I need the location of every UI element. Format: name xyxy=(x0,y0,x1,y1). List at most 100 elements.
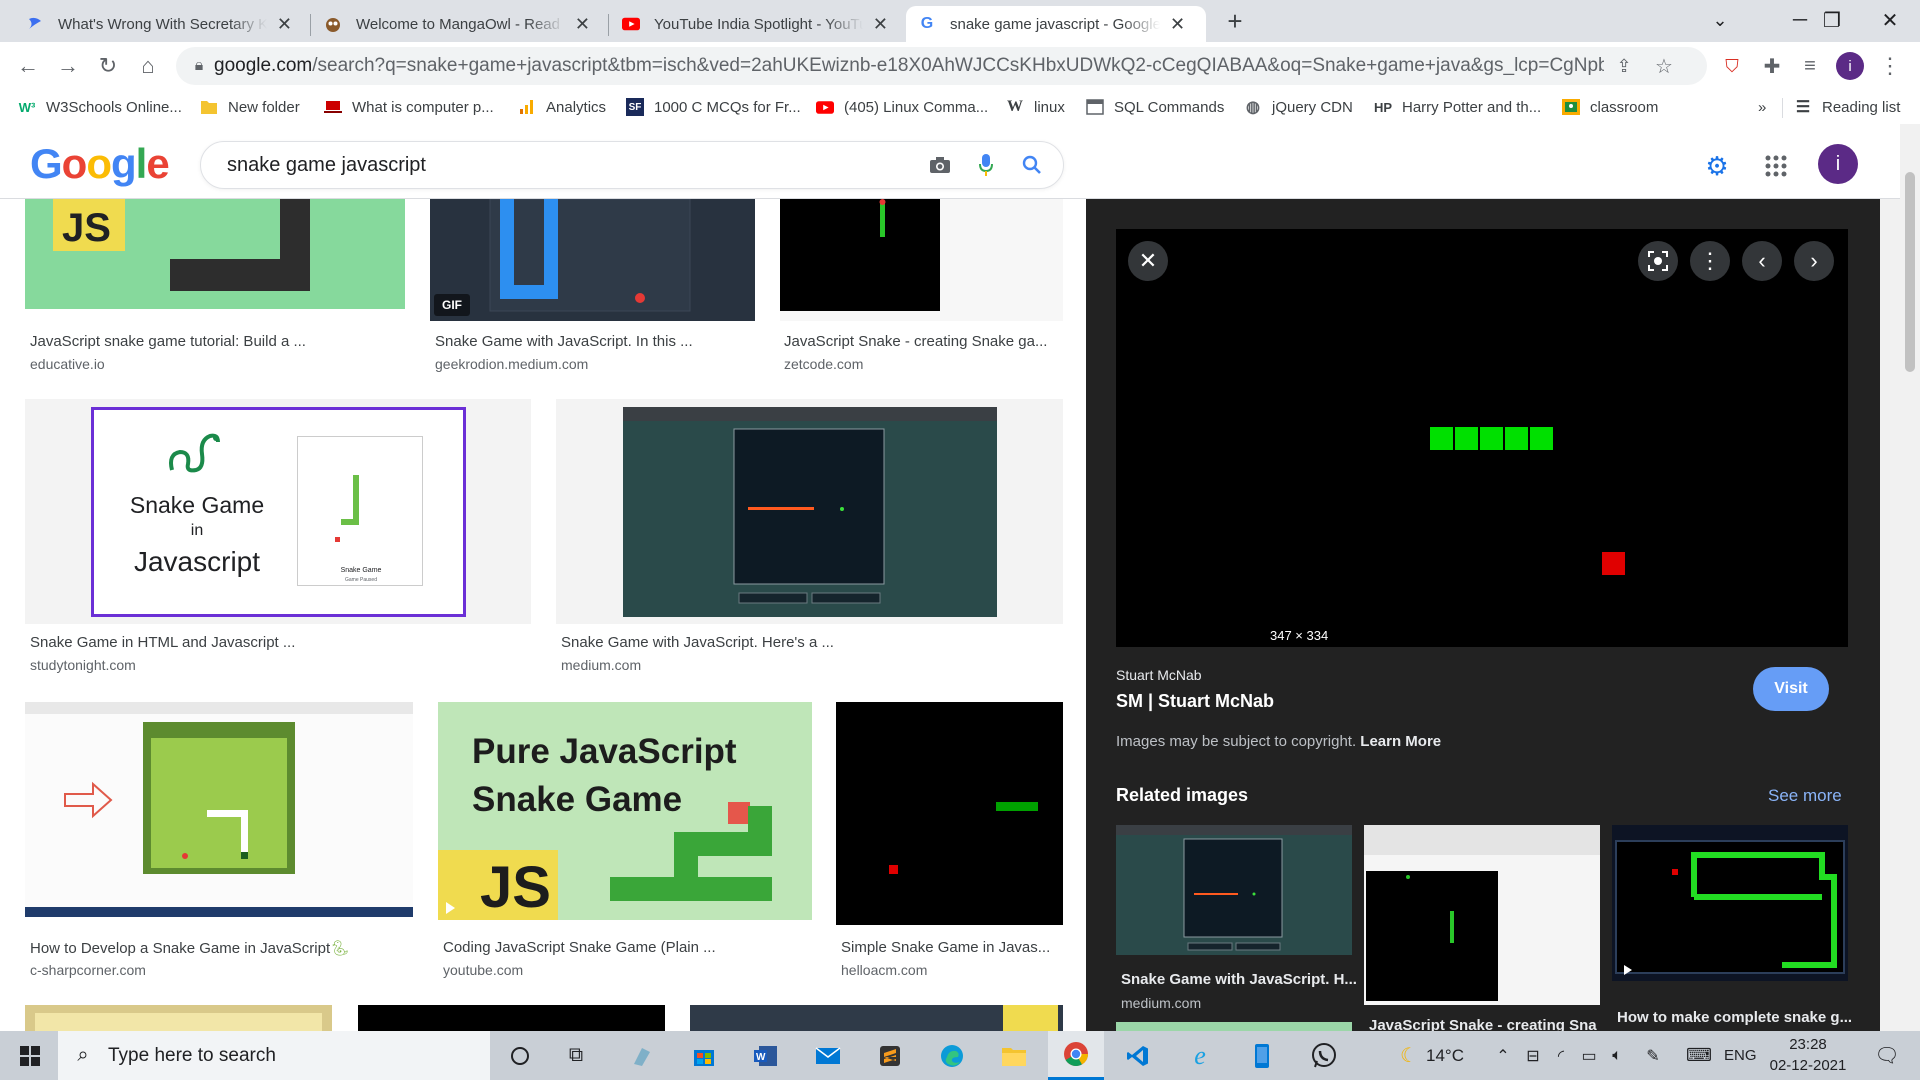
lens-search-icon[interactable] xyxy=(1638,241,1678,281)
input-language[interactable]: ENG xyxy=(1724,1031,1757,1080)
result-card[interactable]: Snake Game in Javascript Snake Game Game… xyxy=(25,399,531,679)
app-icon[interactable] xyxy=(614,1031,670,1080)
result-title[interactable]: Coding JavaScript Snake Game (Plain ... xyxy=(443,939,716,956)
result-card[interactable] xyxy=(25,1005,332,1031)
related-source[interactable]: medium.com xyxy=(1121,995,1201,1011)
result-card[interactable]: GIF Snake Game with JavaScript. In this … xyxy=(430,199,755,379)
google-logo[interactable]: Google xyxy=(30,140,170,188)
visit-button[interactable]: Visit xyxy=(1753,667,1829,711)
url-text[interactable]: google.com/search?q=snake+game+javascrip… xyxy=(214,55,1604,77)
vscode-icon[interactable] xyxy=(1110,1031,1166,1080)
preview-title[interactable]: SM | Stuart McNab xyxy=(1116,691,1274,712)
result-title[interactable]: JavaScript Snake - creating Snake ga... xyxy=(784,333,1047,350)
reading-list-button[interactable]: ☰ Reading list xyxy=(1794,94,1901,120)
next-image-button[interactable]: › xyxy=(1794,241,1834,281)
bookmark-linux[interactable]: Wlinux xyxy=(1006,94,1065,120)
chrome-menu-icon[interactable]: ⋮ xyxy=(1872,48,1908,84)
result-card[interactable] xyxy=(358,1005,665,1031)
result-thumbnail[interactable] xyxy=(836,702,1063,925)
see-more-link[interactable]: See more xyxy=(1768,786,1842,806)
account-avatar[interactable]: i xyxy=(1818,144,1858,184)
preview-site-name[interactable]: Stuart McNab xyxy=(1116,667,1202,683)
search-box[interactable]: snake game javascript xyxy=(200,141,1064,189)
profile-avatar[interactable]: i xyxy=(1832,48,1868,84)
file-explorer-icon[interactable] xyxy=(986,1031,1042,1080)
result-thumbnail[interactable] xyxy=(556,399,1063,624)
forward-button[interactable]: → xyxy=(50,48,86,84)
result-card[interactable]: Snake Game with JavaScript. Here's a ...… xyxy=(556,399,1063,679)
internet-explorer-icon[interactable]: e xyxy=(1172,1031,1228,1080)
close-tab-icon[interactable]: ✕ xyxy=(575,14,590,35)
bookmark-analytics[interactable]: Analytics xyxy=(518,94,606,120)
tab-google-search[interactable]: G snake game javascript - Google Search … xyxy=(906,6,1206,42)
google-apps-icon[interactable] xyxy=(1756,146,1796,186)
result-source[interactable]: zetcode.com xyxy=(784,356,863,372)
wifi-icon[interactable]: ◜ xyxy=(1548,1031,1574,1080)
mail-icon[interactable] xyxy=(800,1031,856,1080)
result-source[interactable]: helloacm.com xyxy=(841,962,927,978)
result-title[interactable]: Snake Game with JavaScript. In this ... xyxy=(435,333,693,350)
result-thumbnail[interactable]: GIF xyxy=(430,199,755,321)
extension-shield-icon[interactable]: ⛉ xyxy=(1714,48,1750,84)
search-input[interactable]: snake game javascript xyxy=(227,154,917,177)
result-source[interactable]: geekrodion.medium.com xyxy=(435,356,588,372)
restore-button[interactable]: ❐ xyxy=(1802,0,1862,40)
result-source[interactable]: c-sharpcorner.com xyxy=(30,962,146,978)
result-title[interactable]: JavaScript snake game tutorial: Build a … xyxy=(30,333,306,350)
scrollbar-thumb[interactable] xyxy=(1905,172,1915,372)
edge-icon[interactable] xyxy=(924,1031,980,1080)
preview-image[interactable]: ✕ ⋮ ‹ › xyxy=(1116,229,1848,647)
clock-time[interactable]: 23:28 xyxy=(1766,1036,1850,1053)
settings-gear-icon[interactable]: ⚙ xyxy=(1697,146,1737,186)
camera-search-icon[interactable] xyxy=(917,142,963,188)
related-title[interactable]: Snake Game with JavaScript. H... xyxy=(1121,971,1357,988)
result-thumbnail[interactable]: JS xyxy=(25,199,405,309)
sublime-text-icon[interactable] xyxy=(862,1031,918,1080)
related-image-card[interactable]: How to make complete snake g... xyxy=(1612,825,1852,1031)
notifications-icon[interactable]: 🗨︎ xyxy=(1862,1031,1912,1080)
back-button[interactable]: ← xyxy=(10,48,46,84)
result-card[interactable]: JavaScript Snake - creating Snake ga... … xyxy=(780,199,1063,379)
result-card[interactable] xyxy=(690,1005,1063,1031)
result-thumbnail[interactable] xyxy=(25,702,413,917)
related-title[interactable]: JavaScript Snake - creating Sna xyxy=(1369,1017,1597,1031)
address-bar[interactable]: 🔒︎ google.com/search?q=snake+game+javasc… xyxy=(176,47,1707,85)
bookmark-harry-potter[interactable]: HP Harry Potter and th... xyxy=(1374,94,1541,120)
share-icon[interactable]: ⇪ xyxy=(1604,56,1644,77)
result-thumbnail[interactable] xyxy=(780,199,1063,321)
tab-youtube[interactable]: YouTube India Spotlight - YouTube ✕ xyxy=(610,6,900,42)
related-image-card[interactable]: Snake Game with JavaScript. H... medium.… xyxy=(1116,825,1357,1031)
touch-keyboard-icon[interactable]: ⌨ xyxy=(1682,1031,1716,1080)
result-card[interactable]: How to Develop a Snake Game in JavaScrip… xyxy=(25,702,413,1002)
windows-start-icon[interactable] xyxy=(2,1031,58,1080)
related-title[interactable]: How to make complete snake g... xyxy=(1617,1009,1852,1026)
microsoft-store-icon[interactable] xyxy=(676,1031,732,1080)
bookmark-new-folder[interactable]: New folder xyxy=(200,94,300,120)
result-source[interactable]: studytonight.com xyxy=(30,657,136,673)
lock-icon[interactable]: 🔒︎ xyxy=(184,57,214,75)
result-title[interactable]: How to Develop a Snake Game in JavaScrip… xyxy=(30,939,349,957)
previous-image-button[interactable]: ‹ xyxy=(1742,241,1782,281)
bookmark-star-icon[interactable]: ☆ xyxy=(1644,54,1684,79)
bookmark-w3schools[interactable]: W³ W3Schools Online... xyxy=(18,94,182,120)
reload-button[interactable]: ↻ xyxy=(90,48,126,84)
result-card[interactable]: Simple Snake Game in Javas... helloacm.c… xyxy=(836,702,1063,1002)
tab-secretary-kim[interactable]: What's Wrong With Secretary Kim ✕ xyxy=(14,6,304,42)
close-tab-icon[interactable]: ✕ xyxy=(1170,14,1185,35)
media-queue-icon[interactable]: ≡ xyxy=(1792,48,1828,84)
microphone-icon[interactable] xyxy=(963,142,1009,188)
cortana-icon[interactable] xyxy=(492,1031,548,1080)
bookmark-linux-commands[interactable]: (405) Linux Comma... xyxy=(816,94,988,120)
result-title[interactable]: Snake Game with JavaScript. Here's a ... xyxy=(561,634,834,651)
battery-icon[interactable]: ▭ xyxy=(1576,1031,1602,1080)
pen-workspace-icon[interactable]: ✎ xyxy=(1638,1031,1668,1080)
result-card[interactable]: Pure JavaScript Snake Game JS Coding Jav… xyxy=(438,702,812,1002)
bookmark-computer[interactable]: What is computer p... xyxy=(324,94,494,120)
result-source[interactable]: youtube.com xyxy=(443,962,523,978)
task-view-icon[interactable]: ⧉ xyxy=(548,1031,604,1080)
tab-mangaowl[interactable]: Welcome to MangaOwl - Read manga ✕ xyxy=(312,6,602,42)
close-window-button[interactable]: ✕ xyxy=(1860,0,1920,40)
more-bookmarks-button[interactable]: » xyxy=(1758,94,1766,120)
related-image-card[interactable]: JavaScript Snake - creating Sna xyxy=(1364,825,1600,1031)
phone-link-icon[interactable] xyxy=(1234,1031,1290,1080)
